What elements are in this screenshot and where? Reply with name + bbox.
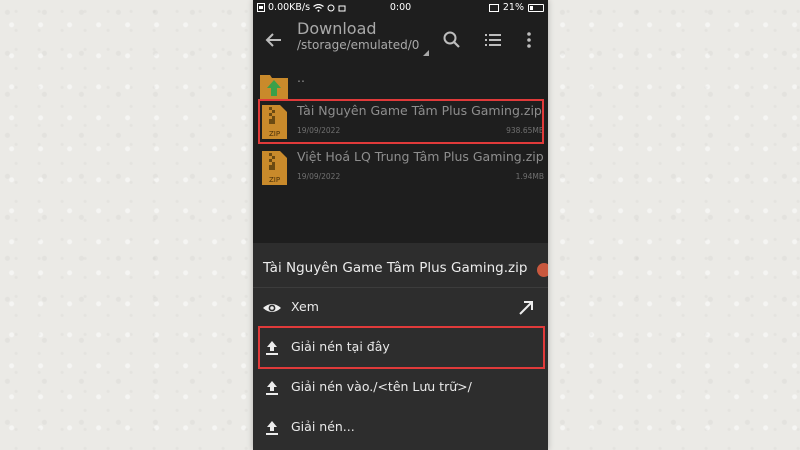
list-item-file[interactable]: ZIP Việt Hoá LQ Trung Tâm Plus Gaming.zi… — [253, 145, 548, 191]
file-date: 19/09/2022 — [297, 172, 341, 181]
menu-item-extract-to[interactable]: Giải nén... — [253, 408, 548, 448]
path-dropdown-caret-icon[interactable] — [423, 50, 429, 56]
menu-item-label: Xem — [291, 299, 319, 314]
battery-percent: 21% — [502, 2, 524, 13]
upload-icon — [266, 381, 278, 395]
app-badge-icon — [537, 263, 548, 277]
menu-item-view[interactable]: Xem — [253, 288, 548, 328]
list-view-icon[interactable] — [483, 30, 503, 50]
toolbar: Download /storage/emulated/0 — [253, 16, 548, 64]
folder-up-icon — [260, 75, 288, 101]
more-vert-icon[interactable] — [519, 30, 539, 50]
selection-highlight-box — [258, 326, 545, 369]
folder-path[interactable]: /storage/emulated/0 — [297, 38, 419, 52]
status-right: 21% — [488, 2, 544, 13]
status-bar: 0.00KB/s 0:00 21% — [253, 0, 548, 16]
menu-item-extract-to-folder[interactable]: Giải nén vào./<tên Lưu trữ>/ — [253, 368, 548, 408]
file-name: Việt Hoá LQ Trung Tâm Plus Gaming.zip — [297, 149, 544, 164]
battery-icon — [528, 3, 544, 12]
sheet-title: Tài Nguyên Game Tâm Plus Gaming.zip — [263, 260, 528, 276]
selection-highlight-box — [258, 99, 544, 144]
phone-screen: 0.00KB/s 0:00 21% Download /storage/emul… — [253, 0, 548, 450]
file-size: 1.94MB — [515, 172, 544, 181]
upload-icon — [266, 421, 278, 435]
open-external-arrow-icon[interactable] — [517, 299, 535, 317]
screen-cast-icon — [488, 3, 499, 12]
search-icon[interactable] — [442, 30, 462, 50]
menu-item-label: Giải nén... — [291, 419, 355, 434]
svg-text:ZIP: ZIP — [269, 176, 280, 184]
back-arrow-icon[interactable] — [263, 29, 285, 51]
folder-title: Download — [297, 19, 377, 38]
menu-item-label: Giải nén vào./<tên Lưu trữ>/ — [291, 379, 472, 394]
zip-file-icon: ZIP — [262, 151, 287, 185]
eye-icon — [263, 304, 281, 312]
file-name: .. — [297, 70, 305, 85]
